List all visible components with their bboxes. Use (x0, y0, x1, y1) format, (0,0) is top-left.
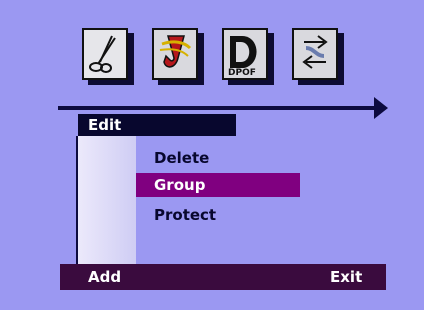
scissors-icon[interactable] (82, 28, 128, 80)
menu-item-label: Protect (154, 206, 217, 224)
jump-icon-graphic (159, 35, 192, 68)
transfer-icon-graphic (302, 35, 328, 69)
exit-button[interactable]: Exit (330, 268, 362, 286)
dpof-label: DPOF (228, 68, 256, 78)
jump-icon[interactable] (152, 28, 198, 80)
dpof-icon-graphic: DPOF (228, 36, 257, 78)
menu-left-panel (78, 136, 136, 264)
menu-item-label: Delete (154, 149, 210, 167)
menu-item-group[interactable]: Group (136, 173, 300, 197)
timeline-arrow-line (58, 106, 378, 110)
add-button[interactable]: Add (88, 268, 121, 286)
camera-menu-screen: DPOF Edit Delete Group Protect Add Exit (0, 0, 424, 310)
menu-header: Edit (78, 114, 236, 136)
bottom-bar: Add Exit (60, 264, 386, 290)
menu-title: Edit (88, 116, 122, 134)
dpof-icon[interactable]: DPOF (222, 28, 268, 80)
scissors-icon-graphic (89, 35, 116, 73)
arrow-right-icon (374, 97, 388, 119)
menu-item-label: Group (154, 176, 206, 194)
transfer-icon[interactable] (292, 28, 338, 80)
